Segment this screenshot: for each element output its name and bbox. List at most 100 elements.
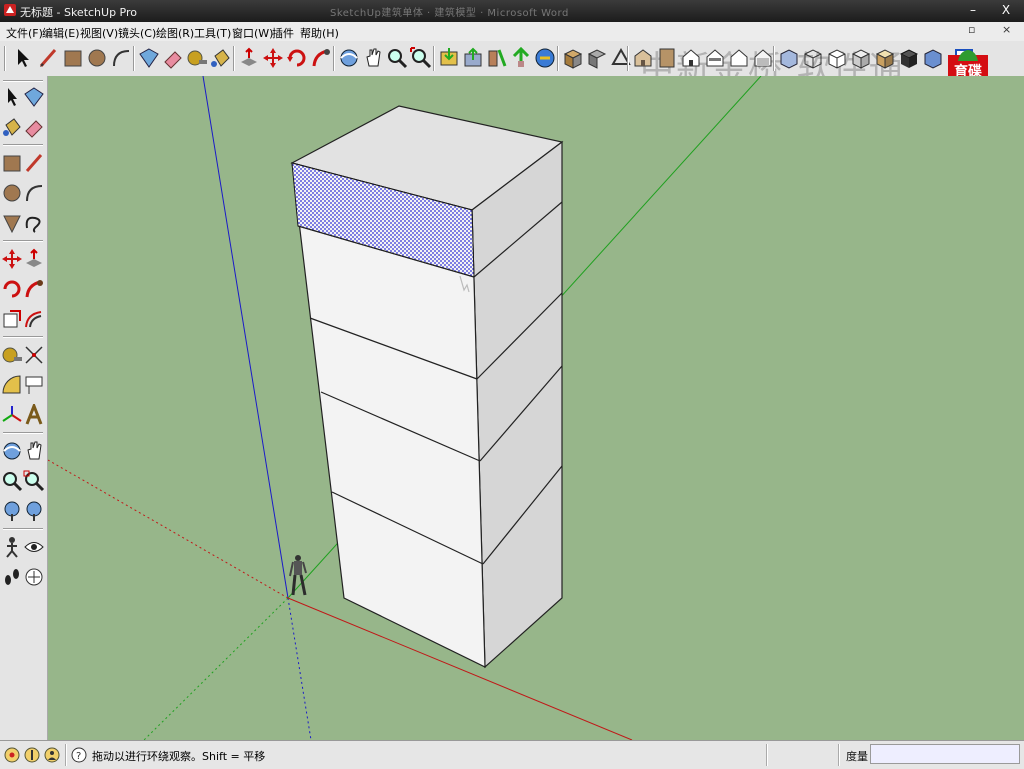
follow-me-icon[interactable] [309,46,333,70]
geo-location-icon[interactable] [3,746,21,764]
component-3d-icon[interactable] [561,46,585,70]
3d-text-icon[interactable] [23,404,45,426]
next-view-icon[interactable] [23,500,45,522]
tower-side-face[interactable] [471,140,563,669]
menu-camera[interactable]: 镜头(C) [116,24,158,42]
orbit-icon[interactable] [1,440,23,462]
dimension-icon[interactable] [23,344,45,366]
select-icon[interactable] [10,46,34,70]
right-view-icon[interactable] [703,46,727,70]
measurements-input[interactable] [870,744,1020,764]
minimize-button[interactable]: – [962,2,984,18]
menu-file[interactable]: 文件(F) [4,24,45,42]
make-component-icon[interactable] [137,46,161,70]
menu-view[interactable]: 视图(V) [78,24,120,42]
walk-icon[interactable] [1,566,23,588]
menu-window[interactable]: 窗口(W) [230,24,275,42]
paint-bucket-icon[interactable] [209,46,233,70]
arc-icon[interactable] [23,182,45,204]
line-icon[interactable] [23,152,45,174]
arc-icon[interactable] [109,46,133,70]
style-builder-icon[interactable] [609,46,633,70]
zoom-window-icon[interactable] [23,470,45,492]
text-icon[interactable] [23,374,45,396]
window-title-ghost: SketchUp建筑单体 · 建筑模型 · Microsoft Word [330,8,569,19]
eraser-icon[interactable] [161,46,185,70]
tape-measure-icon[interactable] [185,46,209,70]
eraser-icon[interactable] [23,116,45,138]
menu-help[interactable]: 帮助(H) [298,24,341,42]
instructor-help-icon[interactable]: ? [70,746,88,764]
menu-bar: 文件(F) 编辑(E) 视图(V) 镜头(C) 绘图(R) 工具(T) 窗口(W… [0,22,1024,42]
pan-icon[interactable] [361,46,385,70]
scale-figure[interactable] [289,555,307,596]
follow-me-icon[interactable] [23,278,45,300]
paint-bucket-icon[interactable] [1,116,23,138]
back-view-icon[interactable] [727,46,751,70]
model-canvas[interactable] [48,76,1024,740]
menu-edit[interactable]: 编辑(E) [40,24,82,42]
axes-icon[interactable] [1,404,23,426]
credits-icon[interactable] [23,746,41,764]
push-pull-icon[interactable] [237,46,261,70]
hidden-line-style-icon[interactable] [825,46,849,70]
menu-draw[interactable]: 绘图(R) [154,24,196,42]
scale-icon[interactable] [1,308,23,330]
look-around-icon[interactable] [23,536,45,558]
wireframe-style-icon[interactable] [801,46,825,70]
make-component-icon[interactable] [23,86,45,108]
blue-axis-hidden [287,597,312,740]
drawing-viewport[interactable] [48,76,1024,740]
rotate-icon[interactable] [285,46,309,70]
offset-icon[interactable] [23,308,45,330]
tape-measure-icon[interactable] [1,344,23,366]
sketchup-app-icon[interactable] [3,3,17,17]
orbit-icon[interactable] [337,46,361,70]
circle-icon[interactable] [1,182,23,204]
preview-in-google-earth-icon[interactable] [485,46,509,70]
section-plane-icon[interactable] [23,566,45,588]
freehand-icon[interactable] [23,212,45,234]
user-status-icon[interactable] [43,746,61,764]
top-view-icon[interactable] [655,46,679,70]
get-models-icon[interactable] [437,46,461,70]
move-icon[interactable] [1,248,23,270]
monochrome-style-icon[interactable] [897,46,921,70]
protractor-icon[interactable] [1,374,23,396]
left-view-icon[interactable] [751,46,775,70]
previous-view-icon[interactable] [1,500,23,522]
xray-style-icon[interactable] [777,46,801,70]
close-window-button[interactable]: X [995,2,1017,18]
rotate-icon[interactable] [1,278,23,300]
measurements-label: 度量 [846,750,868,763]
mdi-restore-button[interactable]: ▫ [968,23,975,36]
select-icon[interactable] [1,86,23,108]
shaded-textures-style-icon[interactable] [873,46,897,70]
line-icon[interactable] [36,46,60,70]
move-icon[interactable] [261,46,285,70]
position-camera-icon[interactable] [1,536,23,558]
red-axis-hidden [48,459,289,599]
shaded-style-icon[interactable] [849,46,873,70]
window-title: 无标题 - SketchUp Pro [20,6,138,19]
share-component-icon[interactable] [533,46,557,70]
circle-icon[interactable] [85,46,109,70]
zoom-icon[interactable] [385,46,409,70]
green-axis-hidden [143,597,289,740]
rectangle-icon[interactable] [1,152,23,174]
pan-icon[interactable] [23,440,45,462]
zoom-extents-icon[interactable] [409,46,433,70]
zoom-icon[interactable] [1,470,23,492]
iso-view-icon[interactable] [631,46,655,70]
menu-tools[interactable]: 工具(T) [192,24,233,42]
polygon-icon[interactable] [1,212,23,234]
menu-plugins[interactable]: 插件 [270,24,296,42]
get-photo-texture-icon[interactable] [509,46,533,70]
section-cut-icon[interactable] [921,46,945,70]
push-pull-icon[interactable] [23,248,45,270]
front-view-icon[interactable] [679,46,703,70]
rectangle-icon[interactable] [61,46,85,70]
share-model-icon[interactable] [461,46,485,70]
profile-icon[interactable] [585,46,609,70]
mdi-close-button[interactable]: × [1002,23,1011,36]
